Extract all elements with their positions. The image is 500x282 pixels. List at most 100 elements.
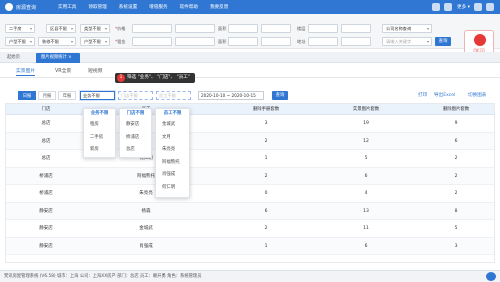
store-dropdown: 门店不限 静安店 桥浦店 总店 [119, 108, 152, 158]
size-min-input[interactable] [228, 37, 258, 46]
staff-select[interactable]: 员工不限 [156, 91, 191, 100]
nav-settings[interactable]: 系统设置 [119, 4, 137, 10]
business-option-any[interactable]: 业务不限 [84, 109, 115, 119]
switch-chart-link[interactable]: 切换图表 [468, 91, 486, 100]
close-icon[interactable] [486, 3, 494, 11]
cell-deleted-handbook: 6 [264, 208, 268, 214]
cell-store: 桥浦店 [39, 191, 53, 196]
address-input-2[interactable] [341, 37, 371, 46]
floor-min-input[interactable] [308, 24, 338, 33]
print-link[interactable]: 打印 [418, 91, 427, 100]
col-deleted-images[interactable]: 删除图片套数 [416, 104, 494, 115]
nav-value-added[interactable]: 增值服务 [149, 4, 167, 10]
business-option-secondhand[interactable]: 二手房 [84, 132, 115, 145]
tab-image-video-stats[interactable]: 图片视频统计 × [36, 53, 80, 63]
area-label: 面积 [218, 26, 227, 31]
report-query-button[interactable]: 查询 [272, 91, 288, 100]
table-row[interactable]: 桥浦店 阿福熊托 2 6 2 [6, 167, 494, 185]
store-option-jingan[interactable]: 静安店 [120, 119, 151, 132]
area-min-input[interactable] [228, 24, 258, 33]
cell-real-images: 6 [364, 243, 368, 249]
col-real-images[interactable]: 实景图片套数 [316, 104, 416, 115]
nav-claim[interactable]: 领取管理 [88, 4, 106, 10]
subtab-real-images[interactable]: 实景图片 [16, 67, 36, 76]
size-max-input[interactable] [261, 37, 291, 46]
staff-option-5[interactable]: 肖强成 [156, 169, 189, 182]
business-select[interactable]: 业务不限 [80, 91, 115, 100]
rent-min-input[interactable] [132, 37, 172, 46]
table-row[interactable]: 静安店 肖强成 1 6 3 [6, 237, 494, 255]
district-select[interactable]: 区县不限 [46, 24, 76, 33]
staff-option-2[interactable]: 文月 [156, 132, 189, 145]
store-option-main[interactable]: 总店 [120, 144, 151, 157]
staff-option-any[interactable]: 员工不限 [156, 109, 189, 119]
price-max-input[interactable] [175, 24, 215, 33]
col-deleted-handbook[interactable]: 删除手册套数 [216, 104, 316, 115]
store-option-any[interactable]: 门店不限 [120, 109, 151, 119]
table-row[interactable]: 总店 文月 2 12 6 [6, 132, 494, 150]
minimize-icon[interactable] [474, 3, 482, 11]
staff-option-1[interactable]: 金城武 [156, 119, 189, 132]
period-daily[interactable]: 日报 [18, 91, 36, 100]
date-range-input[interactable]: 2020-10-10 ~ 2020-10-15 [198, 91, 264, 100]
cell-deleted-images: 5 [454, 226, 458, 231]
cell-real-images: 13 [363, 208, 369, 214]
status-bar: 梵讯房屋管理系统 (V6.58) 城市：上海 公司：上海XX房产 部门：总店 员… [0, 270, 500, 282]
business-option-new[interactable]: 新房 [84, 144, 115, 157]
user-icon[interactable] [444, 3, 453, 11]
address-input[interactable] [308, 37, 338, 46]
cell-real-images: 11 [363, 226, 369, 231]
area-max-input[interactable] [261, 24, 291, 33]
company-select[interactable]: 公司名称查询 [382, 24, 432, 33]
cell-staff: 金城武 [139, 226, 153, 231]
stats-table: 门店 员工 删除手册套数 实景图片套数 删除图片套数 总店 何立 3 19 9 … [5, 103, 495, 263]
nav-feedback[interactable]: 我要反馈 [210, 4, 228, 10]
chat-icon[interactable] [486, 272, 496, 281]
floor-max-input[interactable] [341, 24, 371, 33]
export-excel-link[interactable]: 导出Excel [434, 91, 455, 100]
tab-home[interactable]: 起始页 [2, 53, 34, 63]
house-type-select[interactable]: 二手房 [5, 24, 35, 33]
rent-max-input[interactable] [175, 37, 215, 46]
table-row[interactable]: 静安店 杨森 6 13 8 [6, 202, 494, 220]
staff-option-6[interactable]: 何仁明 [156, 182, 189, 195]
cell-store: 静安店 [39, 226, 53, 231]
table-row[interactable]: 桥浦店 朱亮亮 0 4 2 [6, 185, 494, 203]
nav-tools[interactable]: 实用工具 [58, 4, 76, 10]
floor-label: 楼层 [297, 26, 306, 31]
period-monthly[interactable]: 月报 [38, 91, 56, 100]
table-header: 门店 员工 删除手册套数 实景图片套数 删除图片套数 [6, 104, 494, 115]
col-store[interactable]: 门店 [6, 104, 86, 115]
category-select[interactable]: 类型不限 [80, 24, 110, 33]
more-menu[interactable]: 更多 ▾ [457, 4, 470, 10]
store-select[interactable]: 门店不限 [118, 91, 153, 100]
period-yearly[interactable]: 年报 [58, 91, 76, 100]
table-row[interactable]: 总店 何立 3 19 9 [6, 115, 494, 133]
staff-option-4[interactable]: 阿福熊托 [156, 157, 189, 170]
decoration-select[interactable]: 装修不限 [38, 37, 76, 46]
cell-store: 静安店 [39, 243, 53, 249]
cell-real-images: 4 [364, 191, 368, 196]
cell-deleted-handbook: 1 [264, 156, 268, 161]
nav-help[interactable]: 软件帮助 [180, 4, 198, 10]
keyword-input[interactable]: 请输入关键字 [382, 37, 432, 46]
message-icon[interactable] [432, 3, 441, 11]
table-row[interactable]: 静安店 金城武 2 11 5 [6, 220, 494, 238]
learn-avatar-icon [474, 34, 486, 46]
business-option-rent[interactable]: 租房 [84, 119, 115, 132]
staff-option-3[interactable]: 朱亮亮 [156, 144, 189, 157]
subtab-vr[interactable]: VR全景 [55, 67, 71, 74]
brand[interactable]: 房源查询 [5, 3, 36, 11]
filter-query-button[interactable]: 查询 [435, 37, 451, 46]
subtab-short-video[interactable]: 短视频 [88, 67, 102, 74]
business-dropdown: 业务不限 租房 二手房 新房 [83, 108, 116, 158]
sub-tabs: 实景图片 VR全景 短视频 [0, 65, 500, 78]
store-option-qiaopu[interactable]: 桥浦店 [120, 132, 151, 145]
report-toolbar: 日报 月报 年报 业务不限 门店不限 员工不限 2020-10-10 ~ 202… [0, 88, 500, 102]
cell-deleted-handbook: 2 [264, 138, 268, 144]
filter-panel: 二手房 区县不限 类型不限 户型不限 *价格 面积 楼层 公司名称查询 户型不限… [0, 14, 500, 56]
table-row[interactable]: 总店 何仁明 1 5 2 [6, 150, 494, 168]
layout-select[interactable]: 户型不限 [80, 37, 110, 46]
price-min-input[interactable] [132, 24, 172, 33]
room-select[interactable]: 户型不限 [5, 37, 35, 46]
